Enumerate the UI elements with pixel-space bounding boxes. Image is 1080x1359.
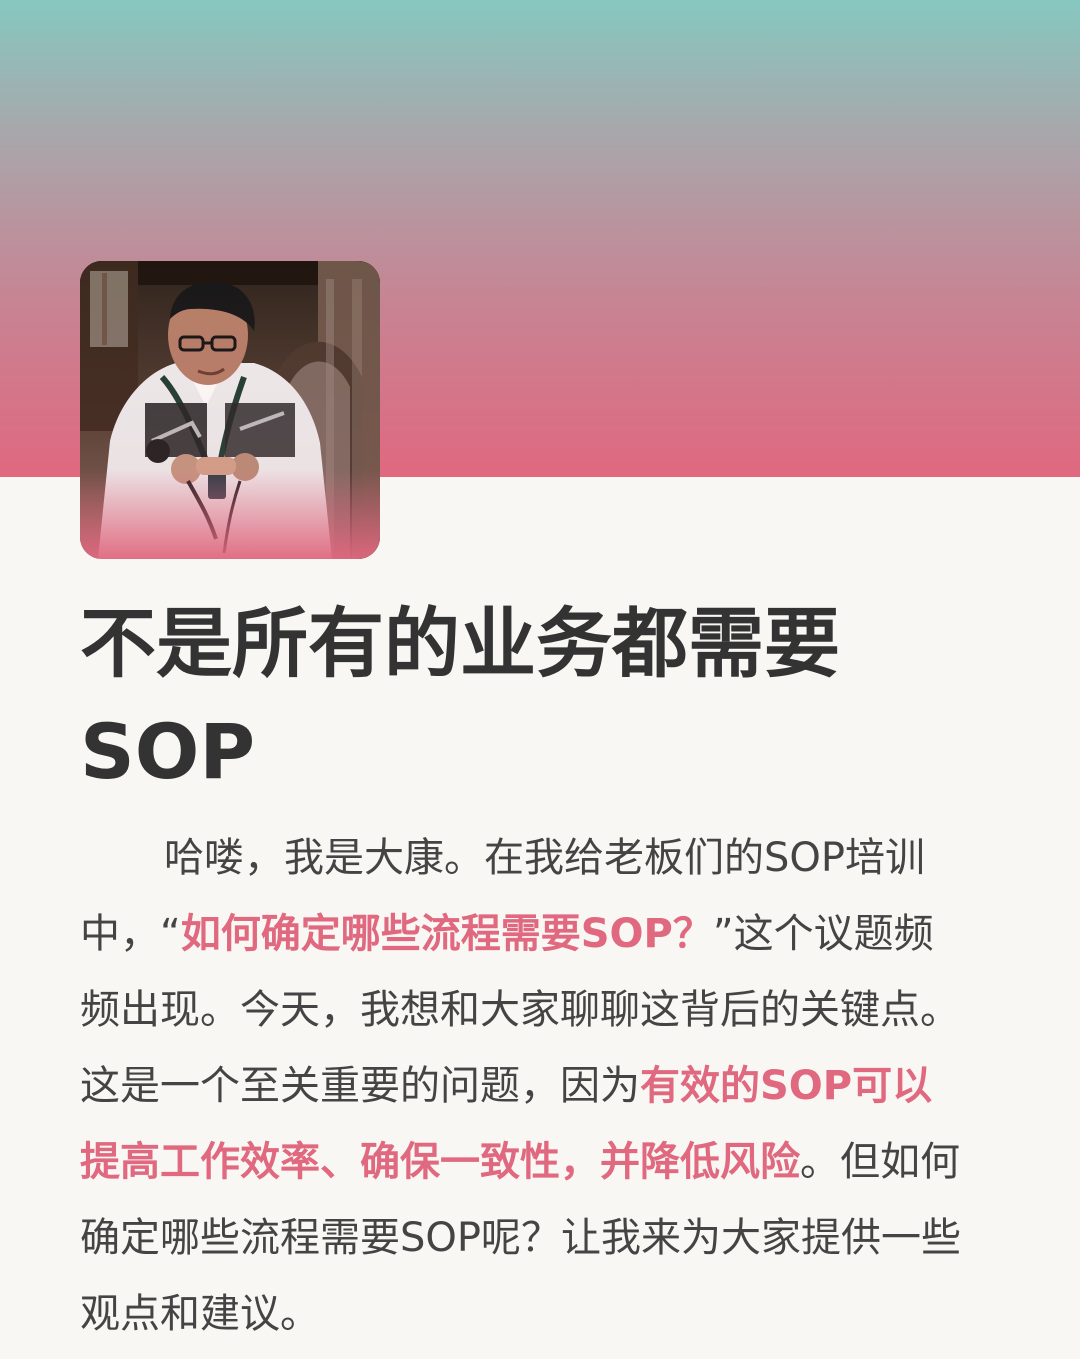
highlight-question: 如何确定哪些流程需要SOP？ xyxy=(180,911,713,957)
avatar xyxy=(80,261,380,559)
person-photo-icon xyxy=(80,261,380,559)
article-body: 哈喽，我是大康。在我给老板们的SOP培训中，“如何确定哪些流程需要SOP？”这个… xyxy=(80,820,970,1352)
page-title: 不是所有的业务都需要SOP xyxy=(80,599,840,796)
